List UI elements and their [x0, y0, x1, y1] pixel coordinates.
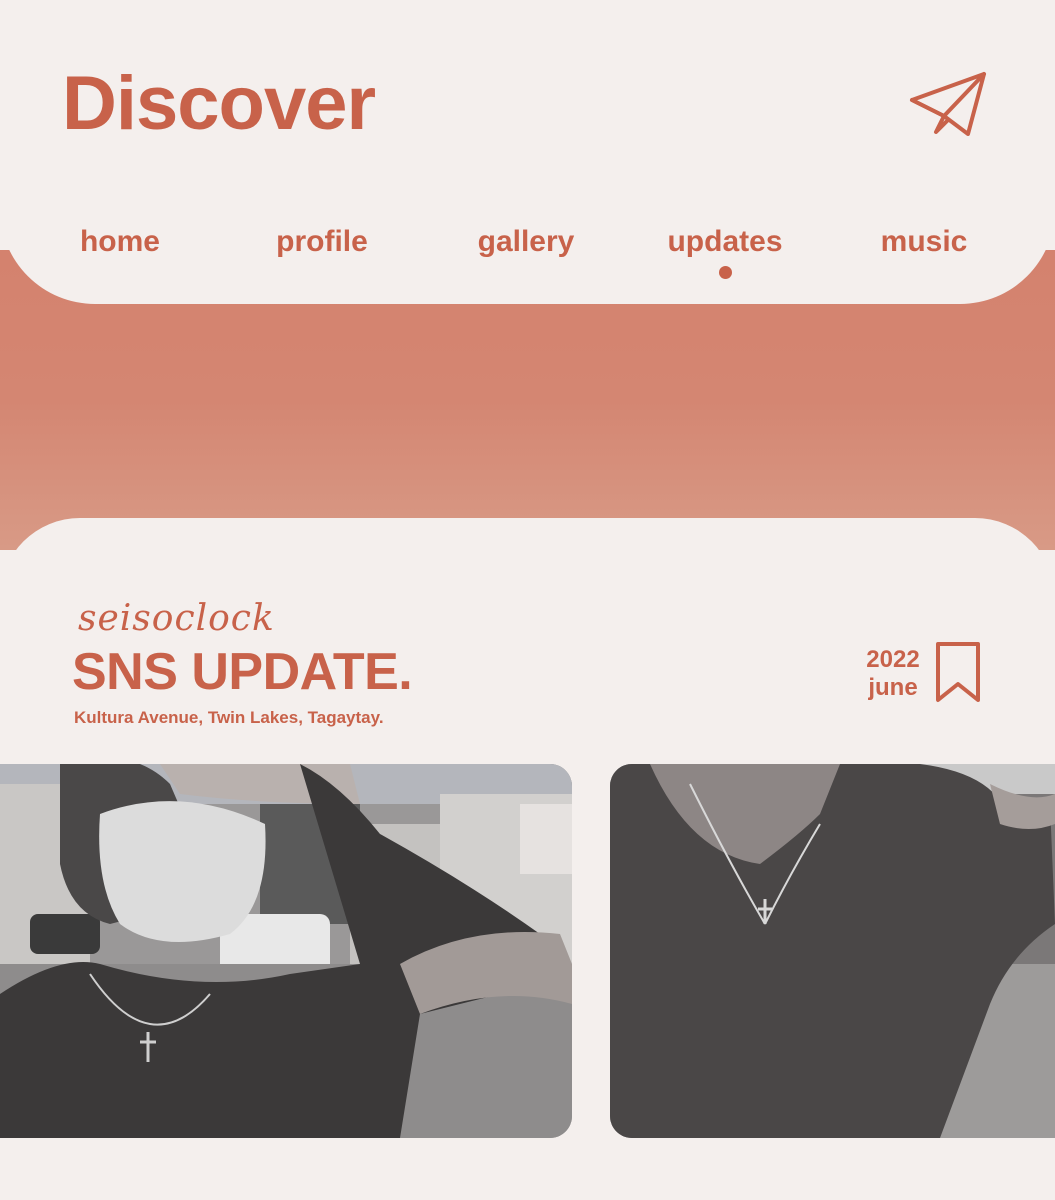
nav-item-label: music — [880, 225, 968, 258]
active-indicator-dot — [719, 266, 732, 279]
post-month: june — [868, 674, 918, 701]
nav-item-gallery[interactable]: gallery — [468, 222, 584, 262]
nav-item-label: updates — [667, 225, 783, 258]
post-photo-1[interactable] — [0, 764, 572, 1138]
content-card: seisoclock SNS UPDATE. Kultura Avenue, T… — [0, 518, 1055, 1200]
nav-item-label: profile — [276, 225, 368, 258]
page: Discover home profile gallery updates mu… — [0, 0, 1055, 1200]
post-location: Kultura Avenue, Twin Lakes, Tagaytay. — [74, 708, 384, 727]
nav-item-updates[interactable]: updates — [660, 222, 790, 279]
header-card: Discover home profile gallery updates mu… — [0, 0, 1055, 304]
nav-item-music[interactable]: music — [872, 222, 976, 262]
paper-plane-icon[interactable] — [906, 68, 990, 142]
post-title: SNS UPDATE. — [72, 643, 413, 701]
post-photo-2[interactable] — [610, 764, 1055, 1138]
script-label: seisoclock — [78, 598, 275, 639]
nav-item-label: gallery — [477, 225, 575, 258]
post-year: 2022 — [866, 646, 920, 673]
app-title: Discover — [62, 61, 376, 146]
nav-item-label: home — [79, 225, 160, 258]
post-date: 2022 june — [858, 646, 928, 702]
nav-item-home[interactable]: home — [70, 222, 170, 262]
nav-item-profile[interactable]: profile — [266, 222, 378, 262]
bookmark-icon[interactable] — [934, 640, 982, 706]
main-nav: home profile gallery updates music — [0, 222, 1055, 292]
